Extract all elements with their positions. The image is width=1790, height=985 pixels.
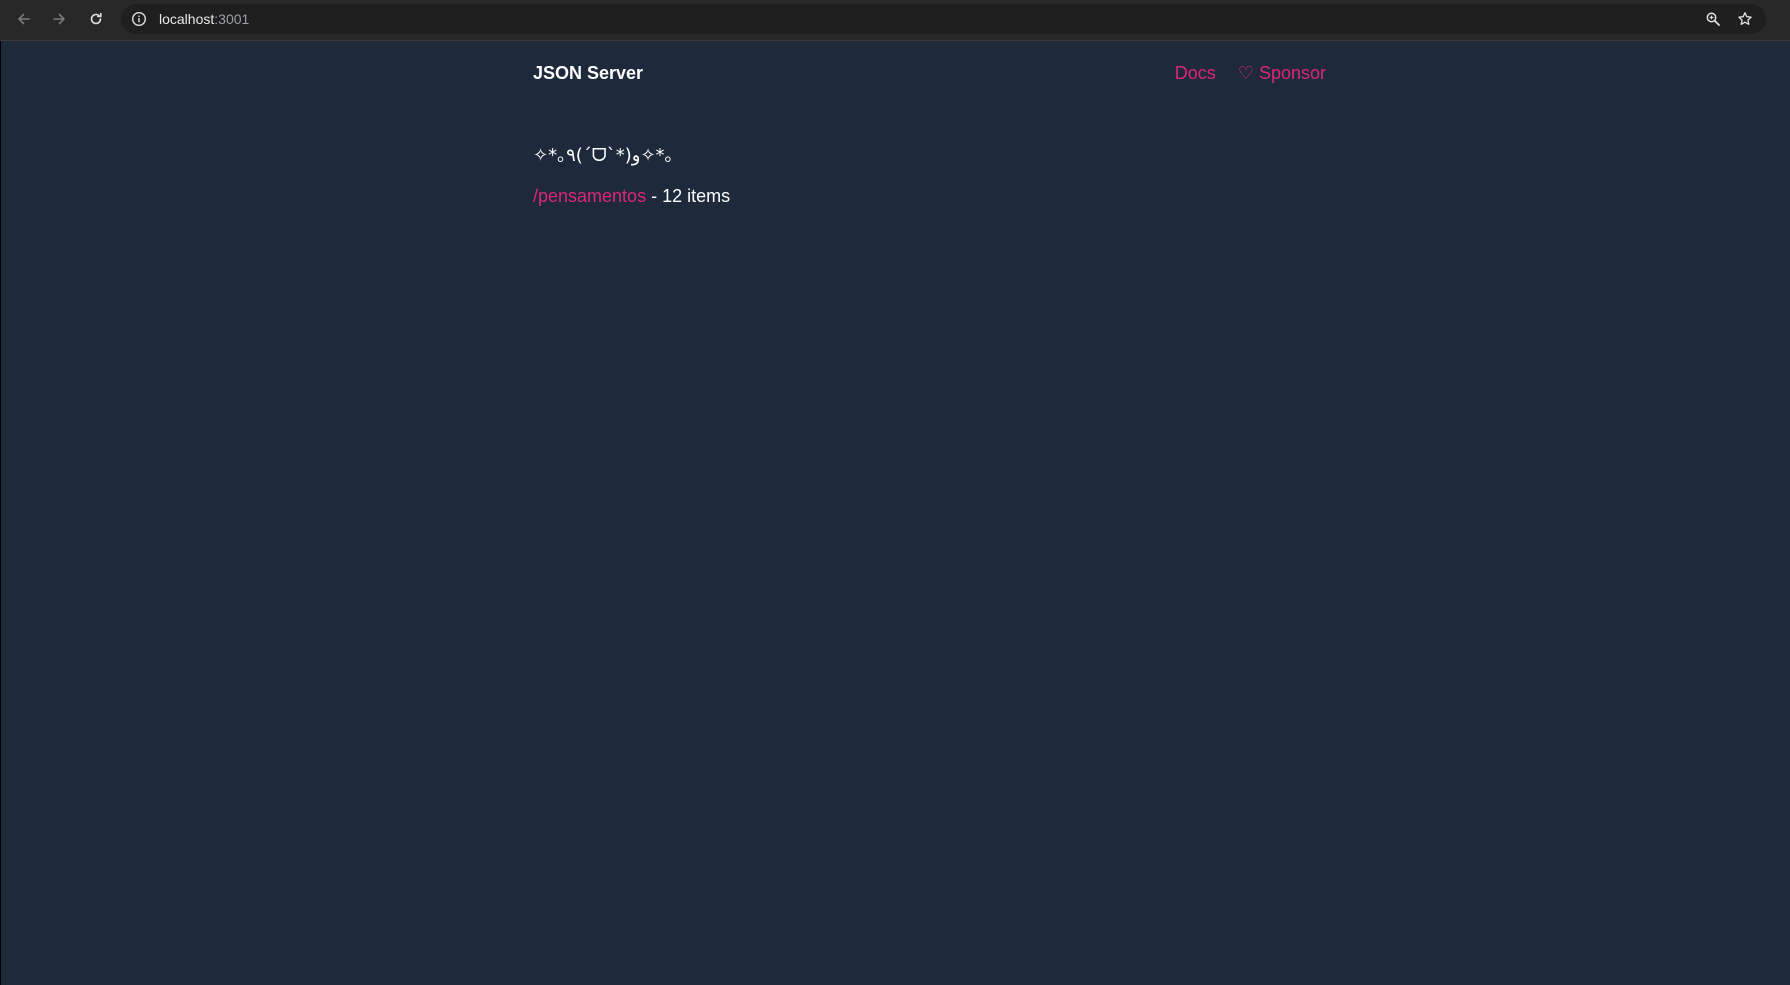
page-content: JSON Server Docs ♡ Sponsor ✧*｡٩(ˊᗜˋ*)و✧*…: [533, 41, 1326, 206]
resource-item: /pensamentos - 12 items: [533, 186, 730, 207]
brand-title: JSON Server: [533, 63, 644, 83]
window-edge: [0, 41, 1, 985]
forward-button[interactable]: [47, 7, 71, 31]
url-port: :3001: [214, 11, 250, 27]
docs-link[interactable]: Docs: [1175, 63, 1216, 84]
zoom-icon[interactable]: [1705, 11, 1721, 27]
sponsor-link[interactable]: ♡ Sponsor: [1238, 63, 1326, 84]
arrow-right-icon: [53, 13, 65, 25]
resource-count: - 12 items: [646, 186, 731, 206]
kaomoji-text: ✧*｡٩(ˊᗜˋ*)و✧*｡: [533, 145, 674, 166]
header-nav: Docs ♡ Sponsor: [1175, 63, 1326, 84]
browser-toolbar: localhost:3001: [0, 0, 1790, 41]
arrow-left-icon: [18, 13, 30, 25]
site-header: JSON Server Docs ♡ Sponsor: [533, 41, 1326, 106]
resource-link-pensamentos[interactable]: /pensamentos: [533, 186, 646, 206]
back-button[interactable]: [12, 7, 36, 31]
star-icon[interactable]: [1737, 11, 1753, 27]
reload-button[interactable]: [84, 7, 108, 31]
address-bar[interactable]: localhost:3001: [121, 4, 1766, 34]
reload-icon: [90, 12, 102, 25]
url-text[interactable]: localhost:3001: [159, 4, 249, 34]
info-icon[interactable]: [131, 11, 147, 27]
url-host: localhost: [159, 11, 215, 27]
